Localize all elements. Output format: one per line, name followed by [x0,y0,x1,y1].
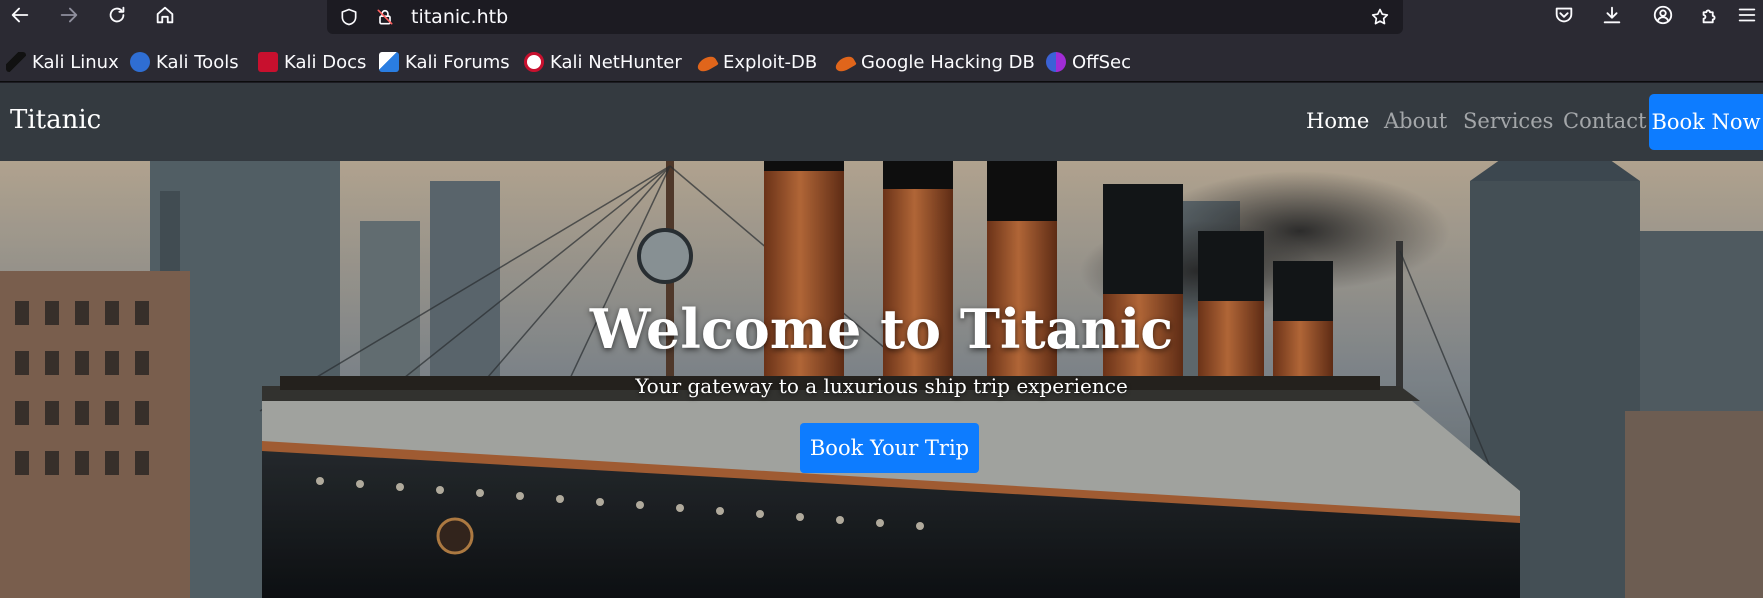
bookmark-kali-forums[interactable]: Kali Forums [379,50,510,74]
extensions-icon [1702,9,1716,24]
offsec-icon [1046,52,1066,72]
kali-nethunter-icon [524,52,544,72]
menu-button[interactable] [1730,0,1763,30]
bookmark-label: Kali NetHunter [550,51,682,73]
bookmark-offsec[interactable]: OffSec [1046,50,1131,74]
bookmark-label: Exploit-DB [723,51,818,73]
reload-icon [109,6,125,23]
book-now-button[interactable]: Book Now [1649,94,1763,150]
nav-home[interactable]: Home [1306,107,1369,135]
bookmarks-bar: Kali Linux Kali Tools Kali Docs Kali For… [0,36,1763,82]
nav-about[interactable]: About [1384,107,1447,135]
kali-forums-icon [379,52,399,72]
bookmark-kali-linux[interactable]: Kali Linux [6,50,119,74]
arrow-right-icon [60,7,78,23]
bookmark-label: Kali Linux [32,51,119,73]
pocket-icon [1555,7,1573,23]
site-brand[interactable]: Titanic [10,103,101,137]
nav-contact[interactable]: Contact [1563,107,1646,135]
kali-dragon-icon [6,52,26,72]
account-icon [1653,5,1673,25]
reload-button[interactable] [99,0,135,30]
exploit-db-icon [695,53,719,75]
bookmark-kali-nethunter[interactable]: Kali NetHunter [524,50,682,74]
back-button[interactable] [2,0,38,30]
hero-section: Welcome to Titanic Your gateway to a lux… [0,161,1763,598]
lock-icon[interactable] [373,5,397,29]
book-your-trip-button[interactable]: Book Your Trip [800,423,979,473]
bookmark-label: OffSec [1072,51,1131,73]
bookmark-label: Kali Tools [156,51,239,73]
downloads-button[interactable] [1594,0,1630,30]
nav-services[interactable]: Services [1463,107,1553,135]
url-text[interactable]: titanic.htb [411,5,508,29]
home-button[interactable] [147,0,183,30]
bookmark-label: Kali Docs [284,51,367,73]
pocket-button[interactable] [1546,0,1582,30]
bookmark-label: Kali Forums [405,51,510,73]
star-icon[interactable] [1368,5,1392,29]
home-icon [156,6,174,24]
arrow-left-icon [11,7,29,23]
google-hacking-db-icon [833,53,857,75]
kali-tools-icon [130,52,150,72]
site-navbar: Titanic Home About Services Contact Book… [0,83,1763,161]
kali-docs-icon [258,52,278,72]
browser-toolbar: titanic.htb [0,0,1763,36]
bookmark-exploit-db[interactable]: Exploit-DB [695,50,818,75]
hamburger-menu-icon [1738,8,1755,22]
shield-icon[interactable] [337,5,361,29]
extensions-button[interactable] [1692,0,1728,30]
bookmark-kali-tools[interactable]: Kali Tools [130,50,239,74]
download-icon [1603,6,1621,24]
bookmark-google-hacking-db[interactable]: Google Hacking DB [833,50,1035,75]
forward-button[interactable] [51,0,87,30]
hero-subtitle: Your gateway to a luxurious ship trip ex… [635,374,1128,398]
url-bar[interactable]: titanic.htb [327,0,1403,34]
hero-title: Welcome to Titanic [589,297,1174,361]
bookmark-kali-docs[interactable]: Kali Docs [258,50,366,74]
account-button[interactable] [1645,0,1681,30]
bookmark-label: Google Hacking DB [861,51,1035,73]
